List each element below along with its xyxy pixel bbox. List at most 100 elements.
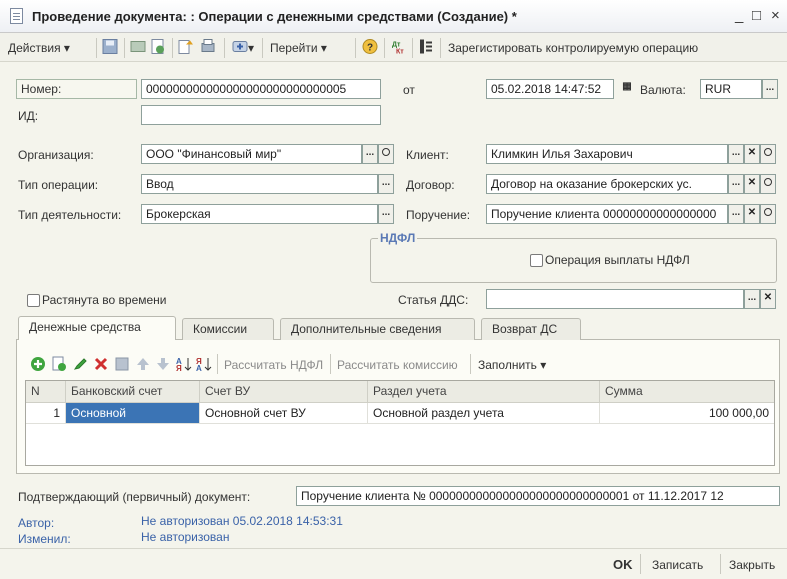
post-icon[interactable] [130,38,146,55]
changed-label: Изменил: [18,532,71,546]
register-operation-button[interactable]: Зарегистировать контролируемую операцию [448,41,698,55]
number-label: Номер: [16,79,137,99]
svg-text:А: А [196,364,202,372]
stretch-in-time-checkbox[interactable] [27,294,40,307]
add-row-icon[interactable] [30,356,46,372]
report-icon[interactable] [418,38,434,55]
print-icon[interactable] [200,38,216,55]
column-header-vu-account[interactable]: Счет ВУ [200,381,368,403]
move-up-icon[interactable] [135,356,151,372]
sort-ascending-icon[interactable]: АЯ [176,356,192,372]
copy-document-icon[interactable] [178,38,194,55]
table-cell-vu-account[interactable]: Основной счет ВУ [200,403,368,424]
number-field[interactable]: 000000000000000000000000000005 [141,79,381,99]
client-label: Клиент: [406,148,449,162]
column-header-amount[interactable]: Сумма [600,381,774,403]
table-cell-bank-account[interactable]: Основной [66,403,200,424]
table-cell-amount[interactable]: 100 000,00 [600,403,774,424]
tab-additional-info[interactable]: Дополнительные сведения [280,318,475,340]
toolbar-separator [262,38,263,58]
dds-select-button[interactable]: ... [744,289,760,309]
table-cell-section[interactable]: Основной раздел учета [368,403,600,424]
structure-dropdown-icon[interactable]: ▾ [248,41,254,55]
goto-menu[interactable]: Перейти ▾ [270,41,327,55]
help-icon[interactable]: ? [362,38,378,55]
client-clear-icon[interactable]: ✕ [744,144,760,164]
contract-clear-icon[interactable]: ✕ [744,174,760,194]
ndfl-payment-checkbox[interactable] [530,254,543,267]
journal-entries-icon[interactable]: ДтКт [391,38,407,56]
id-label: ИД: [18,109,39,123]
tab-commissions[interactable]: Комиссии [182,318,274,340]
unpost-icon[interactable] [150,38,166,55]
dds-field[interactable] [486,289,744,309]
ok-button[interactable]: OK [613,557,633,572]
primary-doc-field[interactable]: Поручение клиента № 00000000000000000000… [296,486,780,506]
calendar-icon[interactable]: ▦ [619,79,635,99]
tab-refund[interactable]: Возврат ДС [481,318,581,340]
operation-type-select-button[interactable]: ... [378,174,394,194]
fill-menu[interactable]: Заполнить ▾ [478,358,546,372]
order-field[interactable]: Поручение клиента 00000000000000000 [486,204,728,224]
client-search-icon[interactable] [760,144,776,164]
activity-type-field[interactable]: Брокерская [141,204,378,224]
maximize-button[interactable]: □ [752,7,761,24]
footer-separator [0,548,787,549]
order-select-button[interactable]: ... [728,204,744,224]
calc-commission-button[interactable]: Рассчитать комиссию [337,358,458,372]
tab-money[interactable]: Денежные средства [18,316,176,340]
order-search-icon[interactable] [760,204,776,224]
operation-type-field[interactable]: Ввод [141,174,378,194]
contract-search-icon[interactable] [760,174,776,194]
organization-label: Организация: [18,148,94,162]
sort-descending-icon[interactable]: ЯА [196,356,212,372]
dds-clear-icon[interactable]: ✕ [760,289,776,309]
activity-type-select-button[interactable]: ... [378,204,394,224]
footer-separator [640,554,641,574]
structure-icon[interactable] [232,38,248,55]
calc-ndfl-button[interactable]: Рассчитать НДФЛ [224,358,323,372]
footer-separator [720,554,721,574]
toolbar-separator [412,38,413,58]
column-header-bank-account[interactable]: Банковский счет [66,381,200,403]
dds-label: Статья ДДС: [398,293,469,307]
edit-row-icon[interactable] [72,356,88,372]
date-field[interactable]: 05.02.2018 14:47:52 [486,79,614,99]
close-button[interactable]: Закрыть [729,558,775,572]
client-field[interactable]: Климкин Илья Захарович [486,144,728,164]
table-cell-n[interactable]: 1 [26,403,66,424]
order-label: Поручение: [406,208,471,222]
column-header-section[interactable]: Раздел учета [368,381,600,403]
window-title: Проведение документа: : Операции с денеж… [32,9,517,24]
close-window-button[interactable]: × [771,7,780,24]
save-button[interactable]: Записать [652,558,703,572]
author-label: Автор: [18,516,55,530]
changed-value: Не авторизован [141,530,230,544]
from-label: от [403,83,415,97]
column-header-n[interactable]: N [26,381,66,403]
contract-field[interactable]: Договор на оказание брокерских ус. [486,174,728,194]
contract-select-button[interactable]: ... [728,174,744,194]
grid-toolbar-separator [470,354,471,374]
delete-row-icon[interactable] [93,356,109,372]
currency-select-button[interactable]: ... [762,79,778,99]
copy-row-icon[interactable] [51,356,67,372]
organization-field[interactable]: ООО "Финансовый мир" [141,144,362,164]
toolbar-separator [224,38,225,58]
id-field[interactable] [141,105,381,125]
end-edit-icon[interactable] [114,356,130,372]
actions-menu[interactable]: Действия ▾ [8,41,70,55]
order-clear-icon[interactable]: ✕ [744,204,760,224]
contract-label: Договор: [406,178,455,192]
operation-type-label: Тип операции: [18,178,99,192]
move-down-icon[interactable] [155,356,171,372]
currency-field[interactable]: RUR [700,79,762,99]
minimize-button[interactable]: _ [735,7,743,24]
save-icon[interactable] [102,38,118,55]
activity-type-label: Тип деятельности: [18,208,122,222]
document-icon [10,8,23,24]
organization-search-icon[interactable] [378,144,394,164]
organization-select-button[interactable]: ... [362,144,378,164]
client-select-button[interactable]: ... [728,144,744,164]
svg-text:Дт: Дт [392,42,401,49]
